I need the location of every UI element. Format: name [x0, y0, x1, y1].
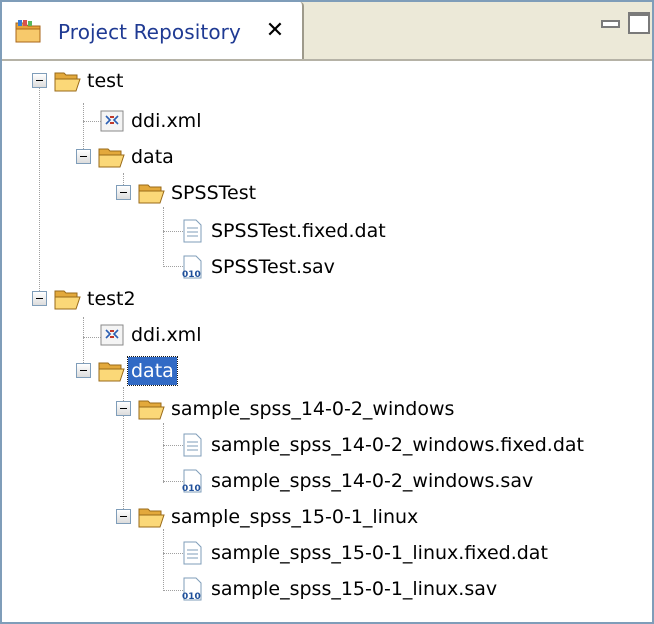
- maximize-icon[interactable]: [628, 12, 650, 34]
- tree-item-label: SPSSTest.fixed.dat: [211, 220, 386, 242]
- tree-connector: [163, 207, 164, 267]
- tree-item-label: ddi.xml: [131, 324, 202, 346]
- tree-item-label: data: [131, 146, 174, 168]
- collapse-toggle-icon[interactable]: [116, 401, 131, 416]
- tree-item-label: SPSSTest.sav: [211, 256, 335, 278]
- tree-item[interactable]: data: [98, 139, 177, 175]
- tree-item-label: sample_spss_15-0-1_linux: [171, 506, 419, 528]
- xml-file-icon: [98, 109, 128, 133]
- tree-connector: [39, 87, 40, 299]
- tree-item-label: data: [127, 356, 178, 386]
- svg-text:010: 010: [182, 484, 201, 493]
- svg-text:010: 010: [182, 592, 201, 601]
- binary-file-icon: 010: [178, 469, 208, 494]
- binary-file-icon: 010: [178, 255, 208, 280]
- collapse-toggle-icon[interactable]: [116, 509, 131, 524]
- text-file-icon: [178, 219, 208, 243]
- tree-item[interactable]: test2: [54, 281, 139, 317]
- collapse-toggle-icon[interactable]: [76, 363, 91, 378]
- tree-item[interactable]: sample_spss_15-0-1_linux.fixed.dat: [178, 535, 551, 571]
- tree-item[interactable]: sample_spss_14-0-2_windows.fixed.dat: [178, 427, 587, 463]
- tree-item[interactable]: ddi.xml: [98, 317, 204, 353]
- folder-open-icon: [54, 287, 84, 311]
- tree-item-label: sample_spss_14-0-2_windows: [171, 398, 455, 420]
- tree-item[interactable]: SPSSTest: [138, 175, 259, 211]
- folder-open-icon: [54, 69, 84, 93]
- folder-open-icon: [98, 359, 128, 383]
- xml-file-icon: [98, 323, 128, 347]
- folder-open-icon: [138, 181, 168, 205]
- tree-item-label: ddi.xml: [131, 110, 202, 132]
- tree-item[interactable]: 010 sample_spss_14-0-2_windows.sav: [178, 463, 536, 499]
- text-file-icon: [178, 433, 208, 457]
- binary-file-icon: 010: [178, 577, 208, 602]
- project-folder-icon: [14, 19, 44, 45]
- minimize-icon[interactable]: [600, 15, 620, 29]
- view-tab-strip: Project Repository ✕: [2, 2, 652, 59]
- tree-item[interactable]: test: [54, 63, 127, 99]
- project-repository-view: Project Repository ✕ test ddi.xml data SPSS…: [0, 0, 654, 624]
- collapse-toggle-icon[interactable]: [32, 291, 47, 306]
- tree-connector: [163, 423, 164, 483]
- svg-text:010: 010: [182, 270, 201, 279]
- folder-open-icon: [98, 145, 128, 169]
- tab-project-repository[interactable]: Project Repository ✕: [2, 2, 304, 59]
- tree-item-label: test2: [87, 288, 136, 310]
- text-file-icon: [178, 541, 208, 565]
- tree-item-label: test: [87, 70, 124, 92]
- tree-item-label: sample_spss_14-0-2_windows.fixed.dat: [211, 434, 584, 456]
- tree-item[interactable]: 010 sample_spss_15-0-1_linux.sav: [178, 571, 500, 607]
- tab-title: Project Repository: [58, 20, 241, 44]
- collapse-toggle-icon[interactable]: [116, 185, 131, 200]
- folder-open-icon: [138, 505, 168, 529]
- tree-connector: [163, 529, 164, 591]
- tree-item[interactable]: sample_spss_14-0-2_windows: [138, 391, 457, 427]
- tree-item[interactable]: SPSSTest.fixed.dat: [178, 213, 389, 249]
- tree-item-label: sample_spss_14-0-2_windows.sav: [211, 470, 534, 492]
- collapse-toggle-icon[interactable]: [76, 149, 91, 164]
- tree-item[interactable]: sample_spss_15-0-1_linux: [138, 499, 421, 535]
- tree-item-label: sample_spss_15-0-1_linux.fixed.dat: [211, 542, 548, 564]
- collapse-toggle-icon[interactable]: [32, 73, 47, 88]
- tree-item[interactable]: data: [98, 353, 178, 389]
- tree-item[interactable]: 010 SPSSTest.sav: [178, 249, 338, 285]
- tree-item-label: SPSSTest: [171, 182, 257, 204]
- repository-tree: test ddi.xml data SPSSTest SPSSTest.fixed.da…: [2, 61, 652, 622]
- tree-item-label: sample_spss_15-0-1_linux.sav: [211, 578, 498, 600]
- folder-open-icon: [138, 397, 168, 421]
- close-icon[interactable]: ✕: [262, 18, 288, 44]
- tree-item[interactable]: ddi.xml: [98, 103, 204, 139]
